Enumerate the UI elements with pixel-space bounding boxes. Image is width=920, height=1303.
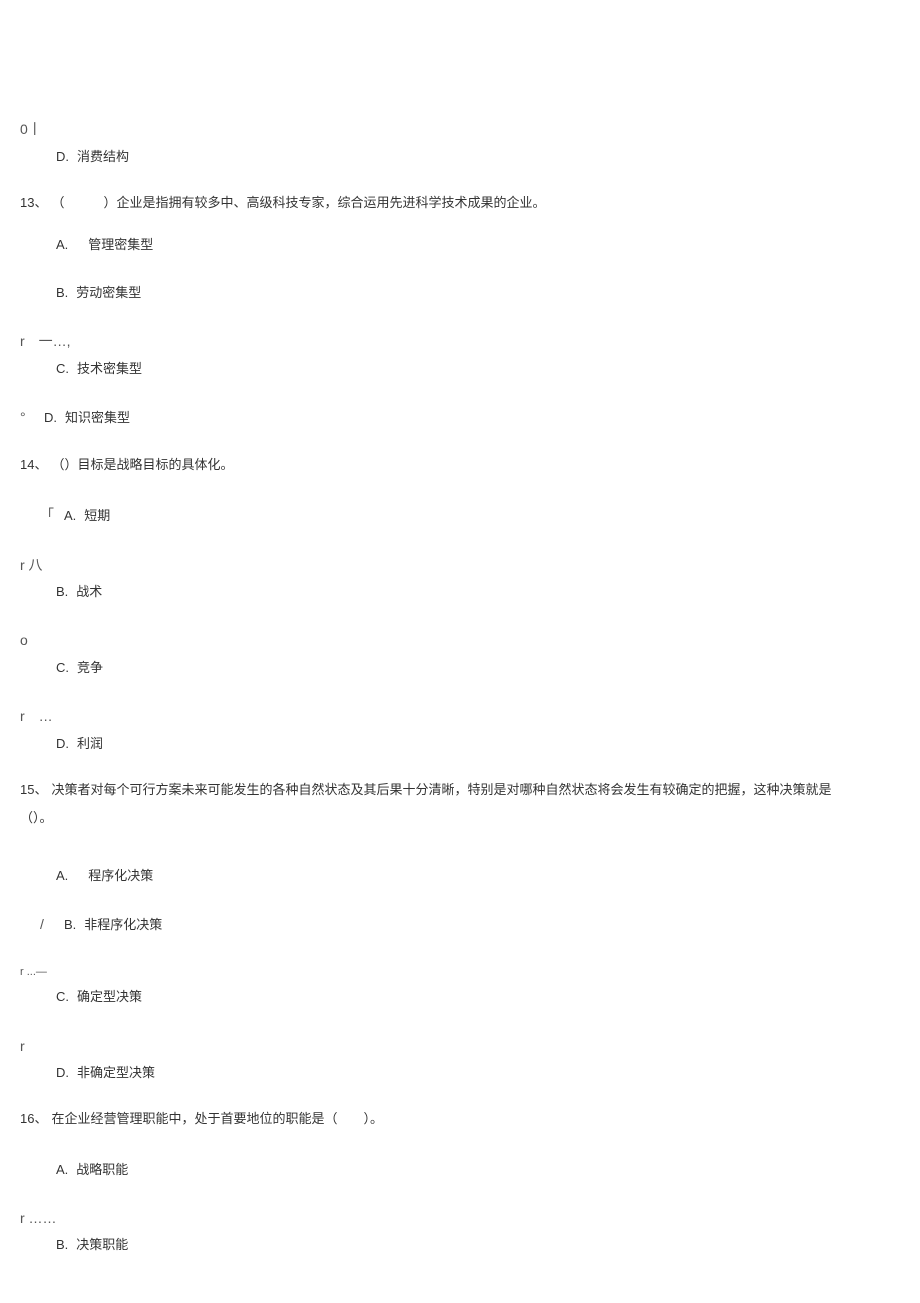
option-text: 技术密集型 bbox=[77, 360, 142, 378]
q15-option-d[interactable]: D. 非确定型决策 bbox=[56, 1064, 900, 1082]
radio-marker: 「 bbox=[40, 506, 58, 526]
q14-option-d-marker: r … bbox=[20, 707, 900, 727]
q12-option-d[interactable]: D. 消费结构 bbox=[56, 148, 900, 166]
q16-option-a[interactable]: A. 战略职能 bbox=[56, 1161, 900, 1179]
radio-marker: / bbox=[40, 915, 58, 935]
option-text: 非确定型决策 bbox=[77, 1064, 155, 1082]
option-text: 决策职能 bbox=[76, 1236, 128, 1254]
option-text: 利润 bbox=[77, 735, 103, 753]
q13-option-a[interactable]: A. 管理密集型 bbox=[56, 236, 900, 254]
option-text: 竞争 bbox=[77, 659, 103, 677]
q13-stem: 13、 （ ）企业是指拥有较多中、高级科技专家，综合运用先进科学技术成果的企业。 bbox=[20, 194, 900, 212]
option-label: D. bbox=[56, 735, 69, 753]
option-label: B. bbox=[56, 583, 68, 601]
q15-option-d-marker: r bbox=[20, 1037, 900, 1057]
option-label: B. bbox=[56, 284, 68, 302]
q14-option-c-marker: o bbox=[20, 631, 900, 651]
q14-stem: 14、 （）目标是战略目标的具体化。 bbox=[20, 456, 900, 474]
q14-option-d[interactable]: D. 利润 bbox=[56, 735, 900, 753]
option-text: 管理密集型 bbox=[88, 236, 153, 254]
q14-option-b[interactable]: B. 战术 bbox=[56, 583, 900, 601]
q13-option-d[interactable]: ° D. 知识密集型 bbox=[20, 408, 900, 428]
question-text-line2: （）。 bbox=[20, 809, 53, 827]
question-text: （）目标是战略目标的具体化。 bbox=[51, 456, 233, 474]
q13-option-c-marker: r 一…, bbox=[20, 332, 900, 352]
q15-option-c[interactable]: C. 确定型决策 bbox=[56, 988, 900, 1006]
question-number: 13、 bbox=[20, 194, 47, 212]
question-number: 14、 bbox=[20, 456, 47, 474]
q13-option-c[interactable]: C. 技术密集型 bbox=[56, 360, 900, 378]
question-text: 在企业经营管理职能中，处于首要地位的职能是（ ）。 bbox=[51, 1110, 383, 1128]
option-text: 消费结构 bbox=[77, 148, 129, 166]
option-text: 战略职能 bbox=[76, 1161, 128, 1179]
q15-option-c-marker: r ...— bbox=[20, 965, 900, 980]
option-label: A. bbox=[56, 867, 68, 885]
question-number: 16、 bbox=[20, 1110, 47, 1128]
option-text: 劳动密集型 bbox=[76, 284, 141, 302]
q14-option-a[interactable]: 「 A. 短期 bbox=[40, 506, 900, 526]
question-number: 15、 bbox=[20, 781, 47, 799]
option-label: A. bbox=[64, 507, 76, 525]
q15-stem-line2: （）。 bbox=[20, 809, 900, 827]
q14-option-b-marker: r 八 bbox=[20, 556, 900, 576]
q14-option-c[interactable]: C. 竞争 bbox=[56, 659, 900, 677]
option-label: C. bbox=[56, 360, 69, 378]
option-text: 知识密集型 bbox=[65, 409, 130, 427]
option-text: 短期 bbox=[84, 507, 110, 525]
radio-marker: r ...— bbox=[20, 965, 47, 980]
radio-marker: r …… bbox=[20, 1209, 57, 1229]
option-text: 非程序化决策 bbox=[84, 916, 162, 934]
option-label: D. bbox=[56, 1064, 69, 1082]
radio-marker: r 一…, bbox=[20, 332, 71, 352]
q16-stem: 16、 在企业经营管理职能中，处于首要地位的职能是（ ）。 bbox=[20, 1110, 900, 1128]
radio-marker: r bbox=[20, 1037, 38, 1057]
option-label: C. bbox=[56, 988, 69, 1006]
option-label: B. bbox=[56, 1236, 68, 1254]
radio-marker: r 八 bbox=[20, 556, 43, 576]
option-text: 确定型决策 bbox=[77, 988, 142, 1006]
q16-option-b[interactable]: B. 决策职能 bbox=[56, 1236, 900, 1254]
question-text: （ ）企业是指拥有较多中、高级科技专家，综合运用先进科学技术成果的企业。 bbox=[51, 194, 545, 212]
radio-marker: o bbox=[20, 631, 38, 651]
option-text: 程序化决策 bbox=[88, 867, 153, 885]
radio-marker: r … bbox=[20, 707, 53, 727]
option-label: A. bbox=[56, 1161, 68, 1179]
option-label: B. bbox=[64, 916, 76, 934]
q15-stem: 15、 决策者对每个可行方案未来可能发生的各种自然状态及其后果十分清晰，特别是对… bbox=[20, 781, 900, 799]
option-label: D. bbox=[56, 148, 69, 166]
question-text-line1: 决策者对每个可行方案未来可能发生的各种自然状态及其后果十分清晰，特别是对哪种自然… bbox=[51, 781, 831, 799]
option-label: A. bbox=[56, 236, 68, 254]
q13-option-b[interactable]: B. 劳动密集型 bbox=[56, 284, 900, 302]
q15-option-a[interactable]: A. 程序化决策 bbox=[56, 867, 900, 885]
radio-marker: ° bbox=[20, 408, 38, 428]
radio-marker: 0丨 bbox=[20, 120, 42, 140]
q12-option-d-marker: 0丨 bbox=[20, 120, 900, 140]
q16-option-b-marker: r …… bbox=[20, 1209, 900, 1229]
option-label: C. bbox=[56, 659, 69, 677]
option-label: D. bbox=[44, 409, 57, 427]
option-text: 战术 bbox=[76, 583, 102, 601]
q15-option-b[interactable]: / B. 非程序化决策 bbox=[40, 915, 900, 935]
